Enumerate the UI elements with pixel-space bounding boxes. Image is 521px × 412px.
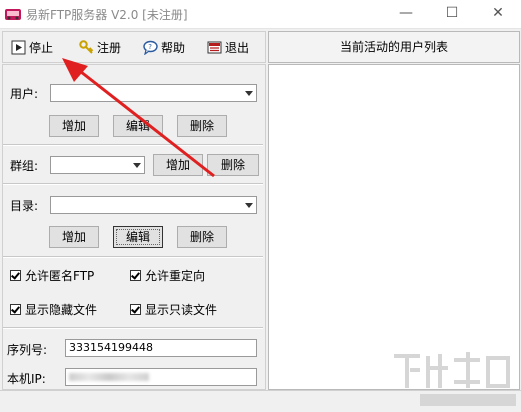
user-edit-button[interactable]: 编辑 (113, 115, 163, 137)
chevron-down-icon (133, 163, 141, 168)
ip-field[interactable] (65, 368, 257, 386)
serial-field[interactable]: 333154199448 (65, 339, 257, 357)
group-select[interactable] (50, 156, 145, 174)
close-button[interactable]: ✕ (475, 0, 521, 28)
divider (3, 183, 263, 185)
app-logo-icon (5, 9, 21, 20)
divider (3, 327, 263, 329)
allow-anonymous-label: 允许匿名FTP (25, 269, 95, 283)
help-label: 帮助 (161, 40, 186, 55)
chevron-down-icon (245, 91, 253, 96)
active-users-list[interactable] (268, 64, 520, 390)
exit-button[interactable]: 退出 (207, 38, 249, 56)
allow-redirect-label: 允许重定向 (145, 269, 206, 283)
checkbox-checked-icon (10, 304, 21, 315)
show-readonly-files-label: 显示只读文件 (145, 303, 218, 317)
group-delete-button[interactable]: 删除 (207, 154, 259, 176)
show-readonly-files-checkbox[interactable]: 显示只读文件 (130, 301, 217, 318)
allow-redirect-checkbox[interactable]: 允许重定向 (130, 267, 205, 284)
divider (3, 144, 263, 146)
key-icon (79, 39, 94, 54)
directory-add-button[interactable]: 增加 (49, 226, 99, 248)
user-label: 用户: (10, 87, 39, 101)
directory-label: 目录: (10, 199, 39, 213)
title-bar: 易新FTP服务器 V2.0 [未注册] — ☐ ✕ (0, 0, 521, 29)
allow-anonymous-checkbox[interactable]: 允许匿名FTP (10, 267, 94, 284)
checkbox-checked-icon (130, 304, 141, 315)
ip-label: 本机IP: (7, 372, 46, 386)
stop-icon (11, 40, 26, 54)
exit-icon (207, 41, 222, 53)
redacted-ip (69, 373, 149, 381)
checkbox-checked-icon (130, 270, 141, 281)
toolbar: 停止 注册 ? 帮助 退出 (2, 31, 266, 63)
directory-delete-button[interactable]: 删除 (177, 226, 227, 248)
user-add-button[interactable]: 增加 (49, 115, 99, 137)
user-delete-button[interactable]: 删除 (177, 115, 227, 137)
exit-label: 退出 (225, 40, 250, 55)
directory-select[interactable] (50, 196, 257, 214)
chevron-down-icon (245, 203, 253, 208)
serial-label: 序列号: (7, 343, 48, 357)
register-label: 注册 (97, 40, 122, 55)
watermark-logo (394, 352, 516, 406)
group-add-button[interactable]: 增加 (153, 154, 203, 176)
directory-edit-button[interactable]: 编辑 (113, 226, 163, 248)
settings-panel: 用户: 增加 编辑 删除 群组: 增加 删除 目录: 增加 编辑 删除 允许匿名… (2, 64, 266, 390)
stop-button[interactable]: 停止 (11, 38, 53, 56)
window-title: 易新FTP服务器 V2.0 [未注册] (26, 8, 188, 22)
register-button[interactable]: 注册 (79, 38, 121, 56)
minimize-button[interactable]: — (383, 0, 429, 28)
checkbox-checked-icon (10, 270, 21, 281)
svg-text:?: ? (148, 43, 152, 51)
help-button[interactable]: ? 帮助 (143, 38, 185, 56)
divider (3, 256, 263, 258)
active-users-header[interactable]: 当前活动的用户列表 (268, 31, 520, 63)
maximize-button[interactable]: ☐ (429, 0, 475, 28)
help-bubble-icon: ? (143, 40, 158, 55)
group-label: 群组: (10, 159, 39, 173)
show-hidden-files-label: 显示隐藏文件 (25, 303, 98, 317)
user-select[interactable] (50, 84, 257, 102)
stop-label: 停止 (29, 40, 54, 55)
show-hidden-files-checkbox[interactable]: 显示隐藏文件 (10, 301, 97, 318)
